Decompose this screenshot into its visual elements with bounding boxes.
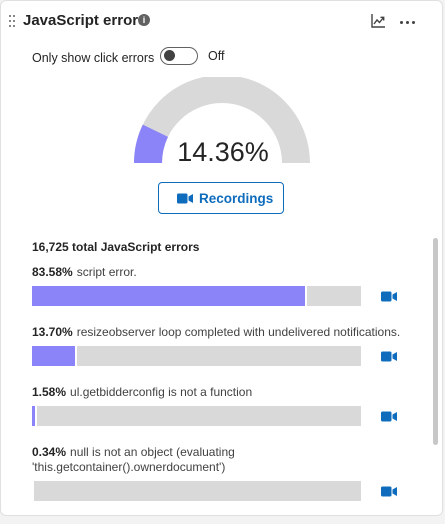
error-description: 1.58% ul.getbidderconfig is not a functio…	[32, 385, 404, 400]
error-share-fill	[32, 286, 307, 306]
error-share-bar	[32, 346, 361, 366]
card-header: JavaScript errors i	[1, 1, 442, 41]
error-message: resizeobserver loop completed with undel…	[76, 325, 401, 339]
error-share-bar	[32, 286, 361, 306]
recordings-button[interactable]: Recordings	[158, 182, 284, 214]
error-percent: 13.70%	[32, 325, 73, 339]
error-percent: 1.58%	[32, 385, 67, 399]
error-description: 0.34% null is not an object (evaluating '…	[32, 445, 262, 475]
error-percent: 0.34%	[32, 445, 67, 459]
info-icon[interactable]: i	[138, 14, 150, 26]
error-message: script error.	[76, 265, 137, 279]
gauge-value: 14.36%	[177, 137, 269, 167]
click-errors-toggle[interactable]	[160, 47, 198, 65]
drag-handle-icon[interactable]	[9, 15, 15, 27]
click-errors-toggle-label: Only show click errors	[32, 51, 155, 65]
video-camera-icon[interactable]	[381, 351, 397, 362]
javascript-errors-card: JavaScript errors i Only show click erro…	[0, 0, 443, 516]
toggle-knob	[164, 50, 175, 61]
error-share-fill	[32, 481, 34, 501]
vertical-scrollbar[interactable]	[433, 238, 438, 445]
error-message: ul.getbidderconfig is not a function	[70, 385, 253, 399]
error-share-bar	[32, 406, 361, 426]
total-errors-label: 16,725 total JavaScript errors	[32, 240, 200, 254]
video-camera-icon[interactable]	[381, 411, 397, 422]
error-description: 83.58% script error.	[32, 265, 404, 280]
error-row: 83.58% script error.	[32, 265, 412, 325]
gauge-fill	[134, 124, 169, 164]
recordings-button-label: Recordings	[199, 191, 274, 206]
error-row: 0.34% null is not an object (evaluating '…	[32, 445, 412, 505]
video-camera-icon[interactable]	[381, 486, 397, 497]
error-row: 13.70% resizeobserver loop completed with…	[32, 325, 412, 385]
error-row: 1.58% ul.getbidderconfig is not a functio…	[32, 385, 412, 445]
error-share-fill	[32, 406, 38, 426]
toggle-state-label: Off	[208, 49, 225, 63]
error-percent: 83.58%	[32, 265, 73, 279]
card-title: JavaScript errors	[23, 12, 147, 29]
video-camera-icon	[177, 193, 193, 204]
error-share-fill	[32, 346, 78, 366]
error-description: 13.70% resizeobserver loop completed with…	[32, 325, 404, 340]
error-share-bar	[32, 481, 361, 501]
more-options-icon[interactable]	[399, 12, 417, 28]
trend-chart-icon[interactable]	[370, 13, 386, 29]
video-camera-icon[interactable]	[381, 291, 397, 302]
